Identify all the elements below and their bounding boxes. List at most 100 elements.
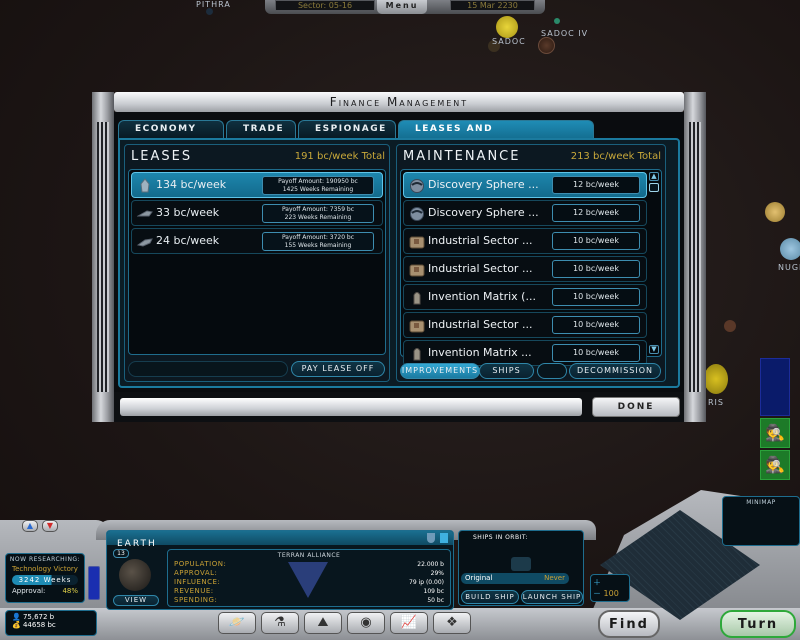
lease-row[interactable]: 134 bc/week Payoff Amount: 190950 bc 142…: [131, 172, 383, 198]
lease-remaining: 223 Weeks Remaining: [284, 214, 352, 221]
faction-indicator-green-2[interactable]: 🕵: [760, 450, 790, 480]
discovery-sphere-icon: [409, 178, 425, 193]
empire-totals: 👤 75,672 b 💰 44658 bc: [5, 610, 97, 636]
lease-progress-track: [128, 361, 288, 377]
ship-icon: [137, 178, 153, 193]
build-ship-button[interactable]: Build Ship: [461, 590, 519, 604]
planets-icon: 🪐: [228, 615, 246, 630]
lease-row[interactable]: 33 bc/week Payoff Amount: 7359 bc 223 We…: [131, 200, 383, 226]
scroll-down-arrow-icon[interactable]: ▼: [649, 345, 659, 354]
population-icon: 👤: [12, 613, 21, 621]
stat-value: 22.000 b: [417, 561, 444, 568]
planet-globe: [119, 559, 151, 591]
maintenance-row[interactable]: Industrial Sector ... 10 bc/week: [403, 312, 647, 338]
planet-pithra-moon[interactable]: [206, 8, 213, 15]
planet-ris[interactable]: [704, 364, 728, 394]
find-button[interactable]: Find: [598, 610, 660, 638]
nav-graphs-button[interactable]: 📈: [390, 612, 428, 634]
scroll-up-arrow-icon[interactable]: ▲: [649, 172, 659, 181]
nav-races-button[interactable]: ❖: [433, 612, 471, 634]
launch-ship-button[interactable]: Launch Ship: [521, 590, 583, 604]
nav-research-button[interactable]: ⚗: [261, 612, 299, 634]
planet-brown[interactable]: [724, 320, 736, 332]
tab-espionage[interactable]: Espionage: [298, 120, 396, 138]
date-readout: 15 Mar 2230: [450, 0, 535, 11]
maintenance-name: Discovery Sphere ...: [428, 206, 539, 219]
faction-indicator-blue[interactable]: [760, 358, 790, 416]
planet-owner: Terran Alliance: [277, 552, 341, 559]
up-arrow-button[interactable]: ▲: [22, 520, 38, 532]
zoom-in-icon[interactable]: ＋: [593, 577, 627, 588]
improvements-filter-button[interactable]: Improvements: [400, 363, 480, 379]
research-weeks: 3242 Weeks: [12, 575, 78, 585]
research-panel[interactable]: Now Researching: Technology Victory 3242…: [5, 553, 85, 603]
stat-label: Population:: [174, 560, 227, 568]
stat-value: 79 ip (0.00): [409, 579, 444, 586]
nav-civilization-button[interactable]: ◉: [347, 612, 385, 634]
decommission-button[interactable]: Decommission: [569, 363, 661, 379]
planet-sadoc-iv[interactable]: [538, 37, 555, 54]
view-planet-button[interactable]: View: [113, 595, 159, 606]
done-button[interactable]: Done: [592, 397, 680, 417]
menu-button[interactable]: Menu: [377, 0, 427, 14]
lease-amount: 33 bc/week: [156, 206, 220, 219]
spy-icon: 🕵: [765, 423, 785, 442]
leases-total: 191 bc/week Total: [294, 151, 385, 162]
tab-trade[interactable]: Trade: [226, 120, 296, 138]
civilization-icon: ◉: [360, 615, 372, 630]
tab-content: Leases 191 bc/week Total 134 bc/week Pay…: [118, 138, 680, 388]
turn-button[interactable]: Turn: [720, 610, 796, 638]
planet-stat-list: Population: 22.000 b Approval: 29% Influen…: [174, 560, 444, 605]
tab-economy[interactable]: Economy: [118, 120, 224, 138]
planet-panel: Earth 13 View Terran Alliance Population…: [106, 530, 454, 610]
zoom-out-icon[interactable]: －: [593, 589, 601, 598]
maintenance-name: Invention Matrix (...: [428, 290, 536, 303]
planet-nuge[interactable]: [780, 238, 800, 260]
lease-remaining: 155 Weeks Remaining: [284, 242, 352, 249]
scroll-thumb[interactable]: [649, 183, 659, 192]
dialog-frame-left: [92, 92, 114, 422]
maintenance-name: Industrial Sector ...: [428, 234, 533, 247]
shield-icon[interactable]: [427, 533, 435, 543]
planet-gold[interactable]: [765, 202, 785, 222]
maintenance-cost: 10 bc/week: [552, 260, 640, 278]
leases-panel: Leases 191 bc/week Total 134 bc/week Pay…: [124, 144, 390, 382]
pay-lease-off-button[interactable]: Pay Lease Off: [291, 361, 385, 377]
approval-label: Approval:: [12, 587, 46, 595]
lease-row[interactable]: 24 bc/week Payoff Amount: 3720 bc 155 We…: [131, 228, 383, 254]
government-icon: ⛰: [317, 615, 329, 630]
nav-planets-button[interactable]: 🪐: [218, 612, 256, 634]
planet-sadoc-iv-moon[interactable]: [554, 18, 560, 24]
minimap-zoom[interactable]: ＋ － 100: [590, 574, 630, 602]
maintenance-row[interactable]: Discovery Sphere ... 12 bc/week: [403, 172, 647, 198]
empire-credits: 44658 bc: [22, 621, 56, 629]
maintenance-row[interactable]: Industrial Sector ... 10 bc/week: [403, 256, 647, 282]
maintenance-row[interactable]: Invention Matrix (... 10 bc/week: [403, 284, 647, 310]
down-arrow-button[interactable]: ▼: [42, 520, 58, 532]
orbit-ship-icon[interactable]: [511, 557, 531, 571]
lease-amount: 24 bc/week: [156, 234, 220, 247]
planet-portrait[interactable]: 13 View: [111, 549, 163, 607]
dialog-status-bar: [120, 398, 582, 416]
research-icon: ⚗: [274, 615, 286, 630]
lease-amount: 134 bc/week: [156, 178, 227, 191]
map-label-nuge: Nuge: [778, 263, 800, 272]
ships-filter-button[interactable]: Ships: [479, 363, 534, 379]
stat-label: Approval:: [174, 569, 218, 577]
maintenance-scrollbar[interactable]: ▲ ▼: [649, 172, 659, 354]
dialog-titlebar: Finance Management: [114, 92, 684, 112]
map-label-sadoc: Sadoc: [492, 37, 526, 46]
planet-sadoc[interactable]: [496, 16, 518, 38]
nav-government-button[interactable]: ⛰: [304, 612, 342, 634]
tab-leases-and-maintenance[interactable]: Leases and Maintenance: [398, 120, 594, 151]
ship-icon: [136, 206, 153, 221]
maintenance-row[interactable]: Industrial Sector ... 10 bc/week: [403, 228, 647, 254]
maintenance-row[interactable]: Discovery Sphere ... 12 bc/week: [403, 200, 647, 226]
stat-label: Influence:: [174, 578, 221, 586]
faction-indicator-green-1[interactable]: 🕵: [760, 418, 790, 448]
map-label-sadoc-iv: Sadoc IV: [541, 29, 589, 38]
queue-status: Never: [544, 574, 565, 582]
build-queue[interactable]: Original Never: [461, 573, 569, 584]
document-icon[interactable]: [440, 533, 448, 543]
zoom-level: 100: [603, 589, 619, 598]
